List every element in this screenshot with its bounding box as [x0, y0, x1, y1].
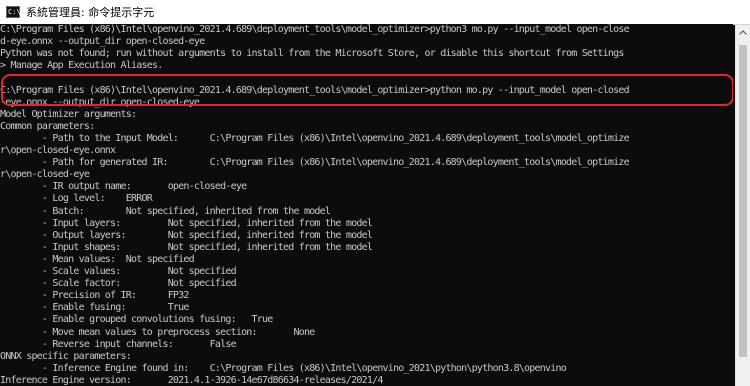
cmd-icon: C:\ [6, 6, 21, 18]
console-line: r\open-closed-eye.onnx [0, 145, 116, 156]
console-output[interactable]: C:\Program Files (x86)\Intel\openvino_20… [0, 24, 733, 386]
console-line: - Input shapes: Not specified, inherited… [0, 241, 373, 253]
console-line: - Scale values: Not specified [0, 266, 237, 277]
console-line: - Batch: Not specified, inherited from t… [0, 205, 331, 217]
console-line: - Enable grouped convolutions fusing: Tr… [0, 314, 273, 326]
title-bar[interactable]: C:\ 系統管理員: 命令提示字元 [0, 0, 750, 25]
console-line: - Reverse input channels: False [0, 338, 237, 350]
console-line: - Scale factor: Not specified [0, 278, 237, 290]
console-line: - Path for generated IR: C:\Program File… [0, 157, 630, 169]
console-line: - Output layers: Not specified, inherite… [0, 229, 373, 241]
console-line: - IR output name: open-closed-eye [0, 181, 247, 193]
console-line: - Enable fusing: True [0, 302, 190, 314]
console-line: - Precision of IR: FP32 [0, 290, 190, 302]
console-line: d-eye.onnx --output_dir open-closed-eye [0, 36, 205, 48]
console-line: > Manage App Execution Aliases. [0, 60, 163, 72]
console-line: - Mean values: Not specified [0, 253, 195, 265]
console-line: - Input layers: Not specified, inherited… [0, 217, 373, 229]
console-line: - Path to the Input Model: C:\Program Fi… [0, 132, 630, 144]
console-line: C:\Program Files (x86)\Intel\openvino_20… [0, 84, 630, 96]
terminal-window: C:\ 系統管理員: 命令提示字元 C:\Program Files (x86)… [0, 0, 750, 386]
vertical-scrollbar[interactable] [735, 25, 750, 386]
console-line: Model Optimizer arguments: [0, 108, 137, 120]
chevron-up-icon[interactable] [736, 25, 750, 39]
console-line: Common parameters: [0, 120, 95, 132]
console-line: r\open-closed-eye [0, 169, 90, 181]
console-line: - Inference Engine found in: C:\Program … [0, 362, 567, 374]
console-line: Inference Engine version: 2021.4.1-3926-… [0, 374, 383, 386]
scrollbar-thumb[interactable] [739, 45, 747, 357]
console-line: - Move mean values to preprocess section… [0, 326, 315, 338]
console-line: C:\Program Files (x86)\Intel\openvino_20… [0, 24, 630, 35]
window-title: 系統管理員: 命令提示字元 [26, 6, 155, 19]
console-line: Python was not found; run without argume… [0, 48, 624, 60]
console-line: -eye.onnx --output_dir open-closed-eye [0, 96, 200, 108]
console-line: - Log level: ERROR [0, 193, 153, 205]
console-line: ONNX specific parameters: [0, 350, 132, 362]
